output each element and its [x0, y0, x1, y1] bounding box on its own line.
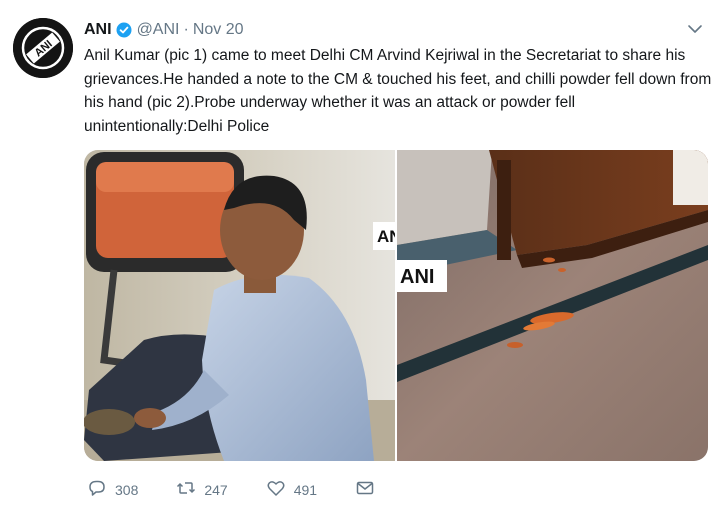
retweet-count: 247: [204, 482, 228, 498]
tweet-header: ANI @ANI · Nov 20: [84, 19, 244, 41]
watermark-text-2: ANI: [400, 266, 434, 288]
reply-count: 308: [115, 482, 139, 498]
envelope-icon: [355, 478, 375, 503]
like-button[interactable]: 491: [266, 478, 317, 503]
direct-message-button[interactable]: [355, 478, 375, 503]
tweet-date[interactable]: Nov 20: [193, 21, 244, 39]
retweet-button[interactable]: 247: [176, 478, 228, 503]
separator-dot: ·: [183, 21, 189, 38]
photo-2[interactable]: ANI: [397, 150, 708, 461]
like-count: 491: [293, 482, 318, 498]
tweet-actions: 308 247 491: [87, 478, 413, 502]
reply-icon: [87, 478, 107, 503]
tweet-text: Anil Kumar (pic 1) came to meet Delhi CM…: [84, 47, 712, 135]
ani-logo: ANI: [13, 18, 73, 78]
author-name[interactable]: ANI: [84, 21, 112, 39]
author-handle[interactable]: @ANI: [137, 21, 180, 39]
retweet-icon: [176, 478, 196, 503]
avatar[interactable]: ANI: [13, 18, 73, 78]
chevron-down-icon[interactable]: [686, 22, 704, 36]
verified-badge-icon: [116, 22, 132, 38]
photo-1[interactable]: AN: [84, 150, 402, 461]
reply-button[interactable]: 308: [87, 478, 138, 503]
tweet-card: ANI ANI @ANI · Nov 20 Anil Kumar (pic 1)…: [0, 0, 720, 507]
heart-icon: [266, 478, 286, 503]
media-grid: AN: [84, 150, 708, 461]
watermark-text-1: AN: [377, 227, 395, 246]
